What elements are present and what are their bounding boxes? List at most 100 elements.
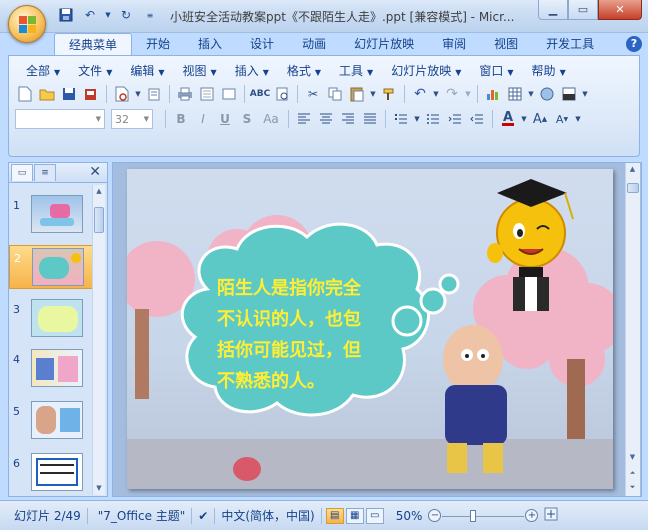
insert-picture-icon[interactable] — [537, 84, 557, 104]
tab-home[interactable]: 开始 — [132, 33, 184, 55]
tab-developer[interactable]: 开发工具 — [532, 33, 608, 55]
align-center-icon[interactable] — [316, 109, 336, 129]
slideshow-view-icon[interactable]: ▭ — [365, 507, 384, 524]
slide-body-text[interactable]: 陌生人是指你完全 不认识的人，也包 括你可能见过，但 不熟悉的人。 — [217, 273, 417, 397]
new-document-icon[interactable] — [15, 84, 35, 104]
slide-thumbnail[interactable]: 3 — [9, 297, 93, 341]
tab-review[interactable]: 审阅 — [428, 33, 480, 55]
chart-icon[interactable] — [483, 84, 503, 104]
cut-icon[interactable]: ✂ — [303, 84, 323, 104]
fit-to-window-icon[interactable] — [538, 507, 564, 524]
slide-thumbnail[interactable]: 4 — [9, 347, 93, 391]
customize-icon[interactable]: ≡ — [140, 6, 160, 24]
close-button[interactable]: ✕ — [598, 0, 642, 20]
shadow-button[interactable]: S — [237, 110, 257, 128]
tab-design[interactable]: 设计 — [236, 33, 288, 55]
zoom-in-icon[interactable]: + — [525, 508, 539, 522]
align-right-icon[interactable] — [338, 109, 358, 129]
slides-tab-icon[interactable]: ▭ — [11, 164, 33, 181]
close-icon[interactable]: ✕ — [89, 164, 101, 180]
format-painter-icon[interactable] — [379, 84, 399, 104]
menu-edit[interactable]: 编辑 ▼ — [121, 62, 173, 80]
menu-insert[interactable]: 插入 ▼ — [226, 62, 278, 80]
theme-name[interactable]: "7_Office 主题" — [88, 507, 192, 524]
grow-font-icon[interactable]: A ▲ — [530, 109, 550, 129]
scroll-down-icon[interactable]: ▼ — [93, 482, 105, 495]
menu-tools[interactable]: 工具 ▼ — [330, 62, 382, 80]
menu-view[interactable]: 视图 ▼ — [174, 62, 226, 80]
scroll-up-icon[interactable]: ▲ — [93, 185, 105, 198]
menu-window[interactable]: 窗口 ▼ — [470, 62, 522, 80]
dropdown-arrow-icon[interactable]: ▼ — [464, 84, 472, 104]
research-icon[interactable] — [272, 84, 292, 104]
zoom-slider[interactable]: − + — [428, 508, 539, 524]
tab-animation[interactable]: 动画 — [288, 33, 340, 55]
scroll-down-icon[interactable]: ▼ — [626, 451, 639, 464]
menu-format[interactable]: 格式 ▼ — [278, 62, 330, 80]
tab-view[interactable]: 视图 — [480, 33, 532, 55]
undo-icon[interactable]: ↶ — [80, 6, 100, 24]
table-icon[interactable] — [505, 84, 525, 104]
menu-help[interactable]: 帮助 ▼ — [523, 62, 575, 80]
maximize-button[interactable]: ▭ — [568, 0, 598, 20]
scroll-thumb[interactable] — [627, 183, 639, 193]
slide-thumbnail[interactable]: 1 — [9, 193, 93, 237]
zoom-level[interactable]: 50% — [390, 509, 429, 523]
dropdown-arrow-icon[interactable]: ▼ — [104, 6, 112, 24]
slide-thumbnail[interactable]: 6 — [9, 451, 93, 495]
undo-icon[interactable]: ↶ — [410, 84, 430, 104]
bullets-icon[interactable] — [423, 109, 443, 129]
copy-icon[interactable] — [325, 84, 345, 104]
normal-view-icon[interactable]: ▤ — [325, 507, 344, 524]
slide-canvas[interactable]: 陌生人是指你完全 不认识的人，也包 括你可能见过，但 不熟悉的人。 — [127, 169, 613, 489]
paste-icon[interactable] — [347, 84, 367, 104]
font-size-select[interactable]: 32 ▼ — [111, 109, 153, 129]
preview-icon[interactable] — [197, 84, 217, 104]
menu-file[interactable]: 文件 ▼ — [69, 62, 121, 80]
slide-icon[interactable] — [219, 84, 239, 104]
print-preview-icon[interactable] — [112, 84, 132, 104]
redo-icon[interactable]: ↻ — [116, 6, 136, 24]
menu-all[interactable]: 全部 ▼ — [17, 62, 69, 80]
slide-thumbnail[interactable]: 5 — [9, 399, 93, 443]
thumbnail-scrollbar[interactable]: ▲ ▼ — [92, 185, 105, 495]
menu-slideshow[interactable]: 幻灯片放映 ▼ — [382, 62, 470, 80]
spelling-icon[interactable]: ABC — [250, 84, 270, 104]
change-case-button[interactable]: Aa — [259, 110, 283, 128]
zoom-thumb[interactable] — [469, 509, 476, 522]
redo-icon[interactable]: ↷ — [442, 84, 462, 104]
align-left-icon[interactable] — [294, 109, 314, 129]
dropdown-arrow-icon[interactable]: ▼ — [520, 109, 528, 129]
dropdown-arrow-icon[interactable]: ▼ — [413, 109, 421, 129]
help-icon[interactable]: ? — [626, 36, 642, 52]
scroll-up-icon[interactable]: ▲ — [626, 163, 639, 176]
font-name-select[interactable]: ▼ — [15, 109, 105, 129]
office-button[interactable] — [8, 5, 46, 43]
grayscale-icon[interactable] — [559, 84, 579, 104]
save-icon[interactable] — [59, 84, 79, 104]
minimize-button[interactable]: ▁ — [538, 0, 568, 20]
increase-indent-icon[interactable] — [467, 109, 487, 129]
shrink-font-icon[interactable]: A ▼ — [552, 109, 572, 129]
dropdown-arrow-icon[interactable]: ▼ — [432, 84, 440, 104]
slide-scrollbar[interactable]: ▲ ▼ ⏶ ⏷ — [625, 163, 640, 496]
scroll-thumb[interactable] — [94, 207, 104, 233]
slide-thumbnail-selected[interactable]: 2 — [9, 245, 93, 289]
dropdown-arrow-icon[interactable]: ▼ — [134, 84, 142, 104]
dropdown-arrow-icon[interactable]: ▼ — [369, 84, 377, 104]
previous-slide-icon[interactable]: ⏶ — [626, 467, 639, 480]
italic-button[interactable]: I — [193, 110, 213, 128]
spellcheck-icon[interactable]: ✔ — [192, 509, 214, 523]
justify-icon[interactable] — [360, 109, 380, 129]
dropdown-arrow-icon[interactable]: ▼ — [574, 109, 582, 129]
bold-button[interactable]: B — [171, 110, 191, 128]
dropdown-arrow-icon[interactable]: ▼ — [581, 84, 589, 104]
open-folder-icon[interactable] — [37, 84, 57, 104]
print-icon[interactable] — [175, 84, 195, 104]
underline-button[interactable]: U — [215, 110, 235, 128]
decrease-indent-icon[interactable] — [445, 109, 465, 129]
tab-insert[interactable]: 插入 — [184, 33, 236, 55]
copy-format-icon[interactable] — [144, 84, 164, 104]
tab-slideshow[interactable]: 幻灯片放映 — [340, 33, 428, 55]
slide-sorter-icon[interactable]: ▦ — [345, 507, 364, 524]
